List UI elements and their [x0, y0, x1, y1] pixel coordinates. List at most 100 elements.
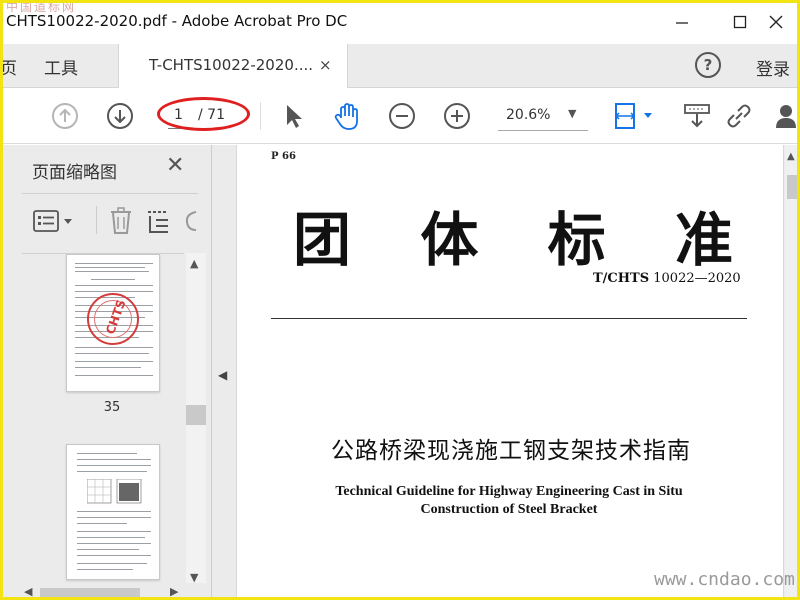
doc-header-code: P 66: [271, 151, 296, 162]
thumbnails-panel: 页面缩略图 ✕ CHTS 35 ▲ ▼ ◀ ▶: [0, 145, 212, 600]
delete-page-button[interactable]: [108, 206, 134, 240]
scroll-right-icon[interactable]: ▶: [170, 585, 178, 598]
arrow-down-circle-icon: [107, 103, 133, 129]
select-tool-button[interactable]: [278, 101, 308, 131]
user-icon: [776, 105, 796, 128]
zoom-in-button[interactable]: [442, 101, 472, 131]
plus-circle-icon: [444, 103, 470, 129]
zoom-level-select[interactable]: 20.6% ▼: [498, 104, 588, 131]
insert-page-icon: [148, 211, 168, 233]
next-page-button[interactable]: [105, 101, 135, 131]
tab-tools[interactable]: 工具: [44, 54, 78, 79]
hand-icon: [334, 103, 358, 130]
scroll-mode-button[interactable]: [682, 101, 712, 131]
collapse-panel-icon[interactable]: ◀: [218, 368, 227, 382]
account-button[interactable]: [774, 101, 800, 131]
doc-chinese-name: 公路桥梁现浇施工钢支架技术指南: [331, 438, 691, 464]
thumb-text-line: [77, 537, 145, 538]
pointer-icon: [287, 105, 302, 128]
doc-title-char: 标: [547, 206, 606, 274]
minus-circle-icon: [389, 103, 415, 129]
panel-title: 页面缩略图: [32, 163, 117, 183]
hscrollbar-thumb[interactable]: [40, 588, 140, 598]
panel-toolbar: [22, 193, 198, 249]
insert-page-button[interactable]: [146, 206, 172, 240]
thumb-text-line: [75, 285, 153, 286]
document-viewport[interactable]: P 66 团 体 标 准 T/CHTS 10022—2020 公路桥梁现浇施工钢…: [212, 145, 800, 600]
doc-english-line: Technical Guideline for Highway Engineer…: [335, 484, 683, 499]
minimize-icon: [676, 22, 688, 24]
page-thumbnail[interactable]: [66, 444, 160, 580]
doc-english-name: Technical Guideline for Highway Engineer…: [271, 483, 747, 519]
doc-main-title: 团 体 标 准: [293, 193, 733, 277]
link-icon: [727, 104, 751, 128]
zoom-out-button[interactable]: [387, 101, 417, 131]
minimize-button[interactable]: [664, 8, 700, 36]
rotate-icon: [185, 211, 197, 231]
thumb-text-line: [75, 353, 149, 354]
tab-document[interactable]: T-CHTS10022-2020.... ×: [118, 44, 348, 89]
login-link[interactable]: 登录: [756, 55, 790, 80]
options-menu-button[interactable]: [32, 208, 78, 238]
thumbnail-list[interactable]: CHTS 35: [22, 253, 184, 598]
scrollbar-thumb[interactable]: [186, 405, 206, 425]
doc-tab-close-button[interactable]: ×: [319, 56, 332, 74]
thumb-text-line: [77, 465, 151, 466]
scroll-left-icon[interactable]: ◀: [24, 585, 32, 598]
share-link-button[interactable]: [724, 101, 754, 131]
thumb-text-line: [75, 347, 153, 348]
close-window-button[interactable]: [758, 8, 794, 36]
toolbar: 1 / 71 20.6% ▼: [0, 88, 800, 144]
doc-tab-label: T-CHTS10022-2020....: [149, 56, 314, 74]
thumb-text-line: [77, 453, 137, 454]
fit-width-button[interactable]: [612, 101, 656, 131]
thumb-text-line: [77, 569, 133, 570]
page-number-highlight: [157, 97, 250, 131]
thumb-text-line: [77, 471, 147, 472]
thumb-text-line: [75, 267, 145, 268]
thumbnail-hscrollbar[interactable]: ◀ ▶: [22, 585, 184, 599]
rotate-page-button[interactable]: [184, 206, 198, 240]
scroll-up-icon[interactable]: ▲: [190, 257, 198, 270]
thumb-text-line: [75, 361, 153, 362]
prev-page-button[interactable]: [50, 101, 80, 131]
scroll-mode-icon: [684, 104, 710, 128]
tab-home-partial[interactable]: 页: [0, 54, 17, 79]
doc-english-line: Construction of Steel Bracket: [420, 502, 598, 517]
doc-standard-code: 10022—2020: [649, 271, 741, 286]
chts-stamp: CHTS: [87, 293, 139, 345]
maximize-button[interactable]: [722, 8, 758, 36]
doc-title-char: 体: [420, 206, 479, 274]
help-icon[interactable]: ?: [695, 52, 721, 78]
thumb-text-line: [75, 367, 141, 368]
thumb-text-line: [91, 279, 135, 280]
zoom-underline: [498, 130, 588, 131]
title-bar: 中国道标网 CHTS10022-2020.pdf - Adobe Acrobat…: [0, 0, 800, 44]
pdf-page: P 66 团 体 标 准 T/CHTS 10022—2020 公路桥梁现浇施工钢…: [236, 145, 784, 600]
zoom-level-value: 20.6%: [506, 107, 551, 123]
doc-standard-number: T/CHTS 10022—2020: [593, 271, 741, 286]
thumbnail-scrollbar[interactable]: ▲ ▼: [186, 253, 206, 584]
toolbar-divider: [260, 102, 261, 130]
maximize-icon: [733, 15, 747, 29]
thumb-text-line: [75, 263, 153, 264]
scroll-up-icon[interactable]: ▲: [787, 151, 795, 162]
thumb-text-line: [77, 517, 151, 518]
document-scrollbar[interactable]: ▲: [785, 145, 800, 600]
doc-divider: [271, 318, 747, 319]
document-scrollbar-thumb[interactable]: [787, 175, 797, 199]
thumb-text-line: [77, 531, 151, 532]
panel-close-button[interactable]: ✕: [166, 153, 184, 178]
panel-divider: [96, 206, 97, 234]
thumb-text-line: [77, 555, 151, 556]
trash-icon: [111, 207, 131, 234]
thumb-text-line: [77, 543, 151, 544]
scroll-down-icon[interactable]: ▼: [190, 571, 198, 584]
thumb-text-line: [77, 549, 139, 550]
hand-tool-button[interactable]: [332, 101, 362, 131]
chevron-down-icon: ▼: [568, 107, 577, 120]
thumb-graph-figure: [87, 479, 142, 504]
doc-title-char: 准: [674, 206, 733, 274]
thumb-text-line: [77, 459, 151, 460]
page-thumbnail[interactable]: CHTS: [66, 254, 160, 392]
